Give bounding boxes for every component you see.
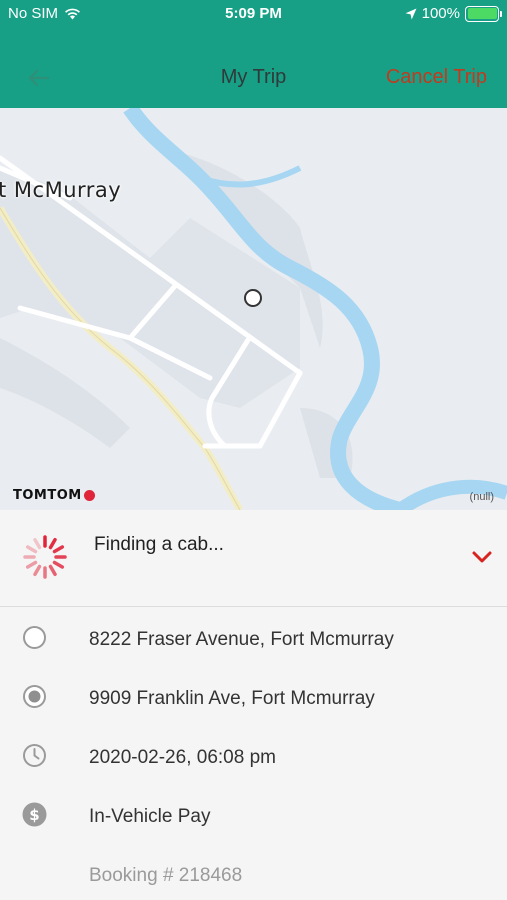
map-attribution: (null) [469,491,494,503]
status-right: 100% [405,5,502,22]
app-header: No SIM 5:09 PM 100% My Trip Cancel Trip [0,0,507,108]
battery-percent: 100% [421,5,460,22]
map-canvas [0,108,507,510]
booking-row: Booking # 218468 [0,848,507,898]
battery-icon [465,5,502,22]
status-bar: No SIM 5:09 PM 100% [0,0,507,28]
payment-method: In-Vehicle Pay [89,806,211,827]
chevron-down-icon[interactable] [471,548,493,566]
svg-text:$: $ [29,806,39,824]
map-place-label: t McMurray [0,178,122,202]
dropoff-row: 9909 Franklin Ave, Fort Mcmurray [0,671,507,721]
pickup-marker [244,289,262,307]
cancel-trip-button[interactable]: Cancel Trip [386,66,487,89]
map-view[interactable]: t McMurray TOMTOM (null) [0,108,507,510]
nav-bar: My Trip Cancel Trip [0,54,507,102]
pickup-datetime: 2020-02-26, 06:08 pm [89,747,276,768]
pickup-address: 8222 Fraser Avenue, Fort Mcmurray [89,629,394,650]
booking-number: Booking # 218468 [89,865,243,886]
battery-level [467,8,497,19]
payment-row: $ In-Vehicle Pay [0,789,507,839]
pickup-row: 8222 Fraser Avenue, Fort Mcmurray [0,612,507,662]
finding-cab-text: Finding a cab... [94,534,224,555]
location-arrow-icon [405,8,417,19]
finding-cab-panel: Finding a cab... [0,510,507,607]
loading-spinner-icon [23,535,67,579]
trip-details: 8222 Fraser Avenue, Fort Mcmurray 9909 F… [0,608,507,900]
datetime-row: 2020-02-26, 06:08 pm [0,730,507,780]
tomtom-logo: TOMTOM [13,488,95,503]
clock-icon [23,744,46,767]
dropoff-circle-icon [23,685,46,708]
tomtom-logo-mark [83,490,95,501]
dollar-icon: $ [22,802,47,827]
dropoff-address: 9909 Franklin Ave, Fort Mcmurray [89,688,375,709]
tomtom-logo-text: TOMTOM [13,488,82,503]
pickup-circle-icon [23,626,46,649]
